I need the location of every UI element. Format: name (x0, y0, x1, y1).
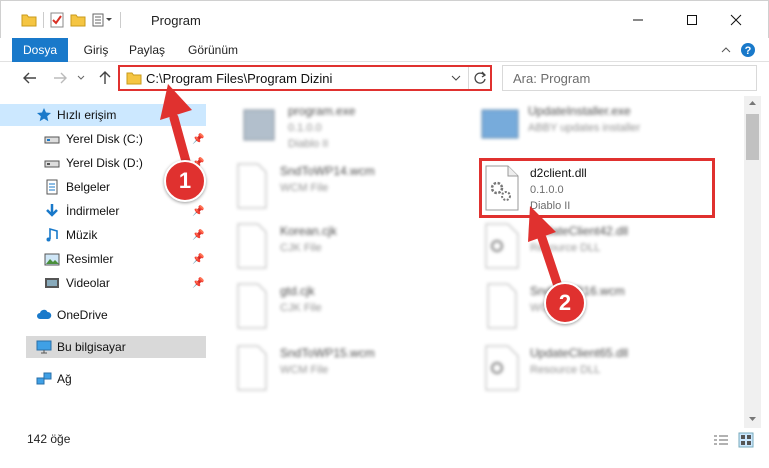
step-badge-1: 1 (164, 160, 206, 202)
step-badge-2: 2 (544, 282, 586, 324)
annotation-overlay (160, 84, 565, 297)
arrow-2 (528, 206, 565, 297)
